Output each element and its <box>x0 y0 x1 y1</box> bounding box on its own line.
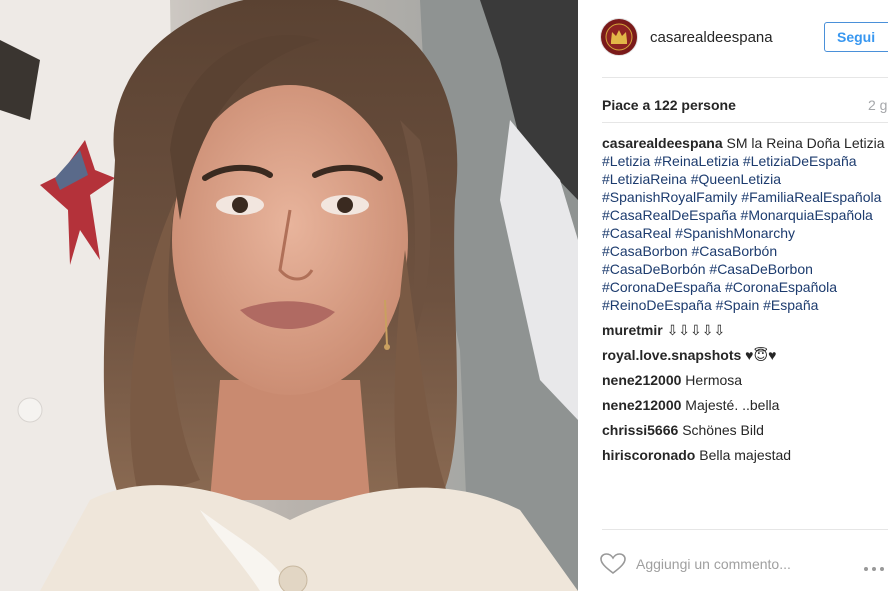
portrait-photo <box>0 0 578 591</box>
hashtag[interactable]: #ReinaLetizia <box>654 153 739 169</box>
caption-author[interactable]: casarealdeespana <box>602 135 723 151</box>
post-header: casarealdeespana Segui <box>578 0 888 77</box>
comments-list: casarealdeespana SM la Reina Doña Letizi… <box>602 134 888 471</box>
heart-icon[interactable] <box>600 553 626 575</box>
hashtag[interactable]: #CoronaDeEspaña <box>602 279 721 295</box>
hashtag[interactable]: #MonarquiaEspañola <box>741 207 873 223</box>
comment-text: Schönes Bild <box>682 422 764 438</box>
comment-item: muretmir ⇩⇩⇩⇩⇩ <box>602 321 888 339</box>
post-details-panel: casarealdeespana Segui Piace a 122 perso… <box>578 0 888 591</box>
caption: casarealdeespana SM la Reina Doña Letizi… <box>602 134 888 314</box>
comment-text: Bella majestad <box>699 447 792 463</box>
comment-author[interactable]: nene212000 <box>602 397 681 413</box>
comment-author[interactable]: hiriscoronado <box>602 447 695 463</box>
hashtag[interactable]: #CasaDeBorbón <box>602 261 706 277</box>
comment-text: Majesté. ..bella <box>685 397 780 413</box>
more-options-icon[interactable] <box>864 558 888 571</box>
post-photo[interactable] <box>0 0 578 591</box>
comment-text: ⇩⇩⇩⇩⇩ <box>666 322 726 338</box>
comment-author[interactable]: nene212000 <box>602 372 681 388</box>
comment-bar <box>578 530 888 591</box>
hashtag[interactable]: #CasaReal <box>602 225 671 241</box>
comment-text: Hermosa <box>685 372 743 388</box>
hashtag[interactable]: #CoronaEspañola <box>725 279 837 295</box>
likes-divider <box>602 122 888 123</box>
comment-item: royal.love.snapshots ♥😇♥ <box>602 346 888 364</box>
comment-input[interactable] <box>636 552 836 576</box>
comment-item: chrissi5666 Schönes Bild <box>602 421 888 439</box>
hashtag[interactable]: #FamiliaRealEspañola <box>741 189 881 205</box>
comment-item: hiriscoronado Bella majestad <box>602 446 888 464</box>
crown-logo-icon <box>602 20 636 54</box>
post-timestamp[interactable]: 2 g <box>868 97 887 113</box>
comment-author[interactable]: muretmir <box>602 322 663 338</box>
comment-text: ♥😇♥ <box>745 347 777 363</box>
hashtag[interactable]: #LetiziaDeEspaña <box>743 153 857 169</box>
hashtag[interactable]: #SpanishMonarchy <box>675 225 795 241</box>
likes-count[interactable]: Piace a 122 persone <box>602 97 736 113</box>
hashtag[interactable]: #LetiziaReina <box>602 171 687 187</box>
account-avatar[interactable] <box>600 18 638 56</box>
hashtag[interactable]: #Letizia <box>602 153 650 169</box>
hashtag[interactable]: #SpanishRoyalFamily <box>602 189 737 205</box>
hashtag[interactable]: #Spain <box>716 297 760 313</box>
caption-text: SM la Reina Doña Letizia <box>726 135 885 151</box>
comment-item: nene212000 Majesté. ..bella <box>602 396 888 414</box>
comment-author[interactable]: chrissi5666 <box>602 422 678 438</box>
comment-item: nene212000 Hermosa <box>602 371 888 389</box>
hashtag[interactable]: #España <box>763 297 818 313</box>
account-username[interactable]: casarealdeespana <box>650 29 773 46</box>
follow-button[interactable]: Segui <box>824 22 888 52</box>
hashtag[interactable]: #CasaBorbón <box>692 243 778 259</box>
hashtag[interactable]: #CasaDeBorbon <box>709 261 813 277</box>
hashtag[interactable]: #QueenLetizia <box>691 171 781 187</box>
header-divider <box>602 77 888 78</box>
comment-author[interactable]: royal.love.snapshots <box>602 347 741 363</box>
hashtag[interactable]: #CasaBorbon <box>602 243 688 259</box>
hashtag[interactable]: #ReinoDeEspaña <box>602 297 712 313</box>
hashtag[interactable]: #CasaRealDeEspaña <box>602 207 737 223</box>
